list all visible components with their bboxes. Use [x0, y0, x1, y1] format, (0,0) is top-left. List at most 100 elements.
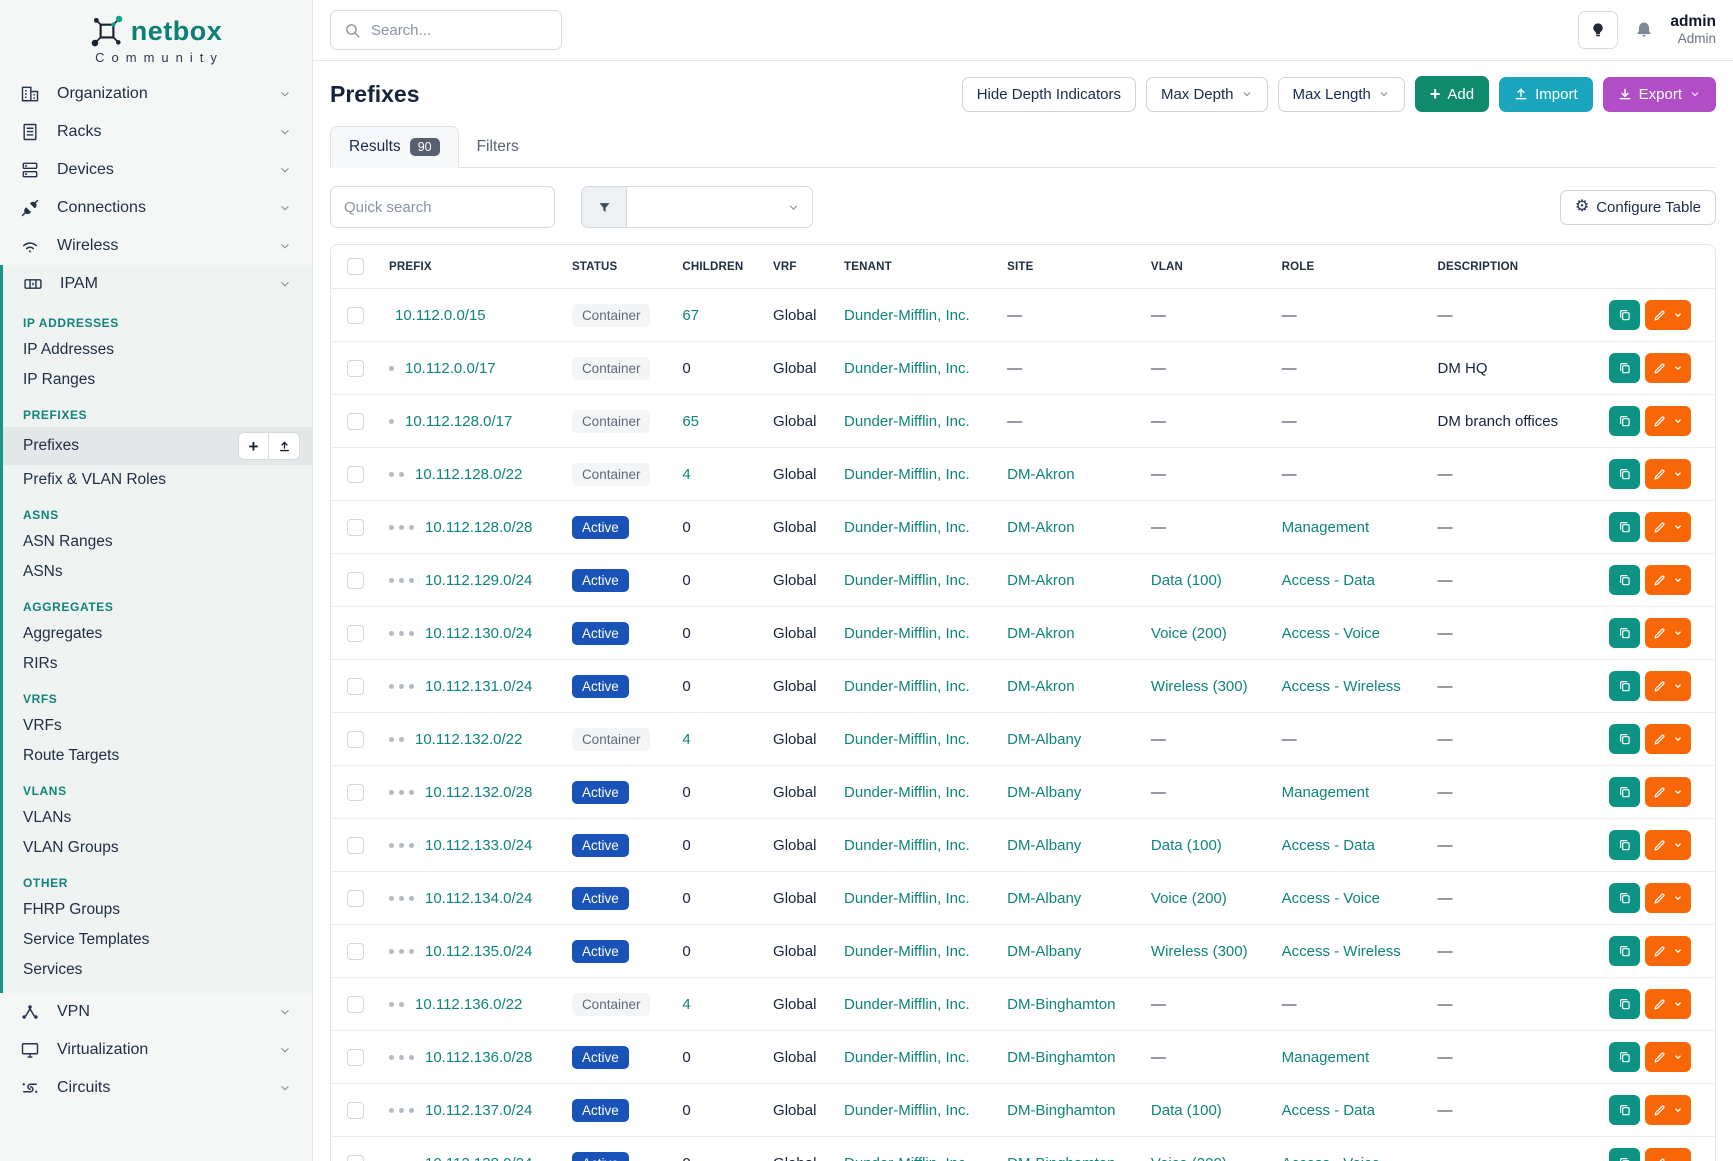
sidebar-item-vlan-groups[interactable]: VLAN Groups [3, 833, 312, 863]
site-link[interactable]: DM-Binghamton [1007, 1155, 1115, 1161]
sidebar-item-devices[interactable]: Devices [0, 151, 312, 189]
prefix-link[interactable]: 10.112.130.0/24 [425, 625, 532, 642]
copy-button[interactable] [1609, 618, 1640, 648]
role-link[interactable]: Access - Voice [1282, 625, 1380, 642]
sidebar-item-racks[interactable]: Racks [0, 113, 312, 151]
edit-button[interactable] [1645, 1095, 1691, 1125]
prefix-link[interactable]: 10.112.128.0/22 [415, 466, 522, 483]
column-header-children[interactable]: CHILDREN [672, 245, 763, 289]
edit-button[interactable] [1645, 724, 1691, 754]
max-length-dropdown[interactable]: Max Length [1278, 77, 1405, 112]
sidebar-item-organization[interactable]: Organization [0, 75, 312, 113]
add-prefix-button[interactable]: + [238, 432, 269, 460]
copy-button[interactable] [1609, 724, 1640, 754]
tenant-link[interactable]: Dunder-Mifflin, Inc. [844, 784, 970, 801]
copy-button[interactable] [1609, 1095, 1640, 1125]
sidebar-item-ip-ranges[interactable]: IP Ranges [3, 365, 312, 395]
role-link[interactable]: Access - Data [1282, 837, 1375, 854]
hide-depth-indicators-button[interactable]: Hide Depth Indicators [962, 77, 1136, 112]
user-menu[interactable]: admin Admin [1670, 12, 1716, 48]
copy-button[interactable] [1609, 459, 1640, 489]
prefix-link[interactable]: 10.112.129.0/24 [425, 572, 532, 589]
role-link[interactable]: Management [1282, 1049, 1370, 1066]
tenant-link[interactable]: Dunder-Mifflin, Inc. [844, 307, 970, 324]
row-checkbox[interactable] [347, 1102, 364, 1119]
global-search[interactable] [330, 10, 562, 50]
theme-toggle-button[interactable] [1578, 11, 1618, 49]
children-count-link[interactable]: 65 [682, 413, 699, 430]
vlan-link[interactable]: Data (100) [1151, 1102, 1222, 1119]
copy-button[interactable] [1609, 1148, 1640, 1161]
site-link[interactable]: DM-Albany [1007, 784, 1081, 801]
edit-button[interactable] [1645, 989, 1691, 1019]
edit-button[interactable] [1645, 618, 1691, 648]
vlan-link[interactable]: Voice (200) [1151, 890, 1227, 907]
row-checkbox[interactable] [347, 519, 364, 536]
copy-button[interactable] [1609, 406, 1640, 436]
sidebar-item-vlans[interactable]: VLANs [3, 803, 312, 833]
tenant-link[interactable]: Dunder-Mifflin, Inc. [844, 943, 970, 960]
sidebar-item-ipam[interactable]: IPAM [3, 265, 312, 303]
column-header-description[interactable]: DESCRIPTION [1428, 245, 1585, 289]
vlan-link[interactable]: Data (100) [1151, 837, 1222, 854]
sidebar-item-connections[interactable]: Connections [0, 189, 312, 227]
sidebar-item-wireless[interactable]: Wireless [0, 227, 312, 265]
edit-button[interactable] [1645, 883, 1691, 913]
saved-filter-select[interactable] [627, 186, 813, 228]
role-link[interactable]: Management [1282, 784, 1370, 801]
notifications-bell-icon[interactable] [1634, 20, 1654, 40]
sidebar-item-route-targets[interactable]: Route Targets [3, 741, 312, 771]
prefix-link[interactable]: 10.112.132.0/28 [425, 784, 532, 801]
tenant-link[interactable]: Dunder-Mifflin, Inc. [844, 572, 970, 589]
site-link[interactable]: DM-Albany [1007, 837, 1081, 854]
row-checkbox[interactable] [347, 837, 364, 854]
site-link[interactable]: DM-Akron [1007, 519, 1075, 536]
prefix-link[interactable]: 10.112.136.0/22 [415, 996, 522, 1013]
sidebar-item-aggregates[interactable]: Aggregates [3, 619, 312, 649]
edit-button[interactable] [1645, 671, 1691, 701]
children-count-link[interactable]: 4 [682, 466, 690, 483]
vlan-link[interactable]: Wireless (300) [1151, 943, 1248, 960]
prefix-link[interactable]: 10.112.132.0/22 [415, 731, 522, 748]
edit-button[interactable] [1645, 300, 1691, 330]
edit-button[interactable] [1645, 830, 1691, 860]
column-header-site[interactable]: SITE [997, 245, 1141, 289]
children-count-link[interactable]: 4 [682, 731, 690, 748]
sidebar-item-ip-addresses[interactable]: IP Addresses [3, 335, 312, 365]
tenant-link[interactable]: Dunder-Mifflin, Inc. [844, 1155, 970, 1161]
row-checkbox[interactable] [347, 360, 364, 377]
column-header-role[interactable]: ROLE [1272, 245, 1428, 289]
site-link[interactable]: DM-Albany [1007, 890, 1081, 907]
select-all-checkbox[interactable] [347, 258, 364, 275]
site-link[interactable]: DM-Binghamton [1007, 996, 1115, 1013]
site-link[interactable]: DM-Akron [1007, 466, 1075, 483]
row-checkbox[interactable] [347, 996, 364, 1013]
column-header-vrf[interactable]: VRF [763, 245, 834, 289]
role-link[interactable]: Access - Data [1282, 1102, 1375, 1119]
prefix-link[interactable]: 10.112.0.0/17 [405, 360, 496, 377]
sidebar-item-vrfs[interactable]: VRFs [3, 711, 312, 741]
tab-results[interactable]: Results 90 [330, 126, 459, 168]
site-link[interactable]: DM-Akron [1007, 625, 1075, 642]
row-checkbox[interactable] [347, 1049, 364, 1066]
column-header-prefix[interactable]: PREFIX [379, 245, 562, 289]
children-count-link[interactable]: 4 [682, 996, 690, 1013]
row-checkbox[interactable] [347, 784, 364, 801]
row-checkbox[interactable] [347, 943, 364, 960]
row-checkbox[interactable] [347, 307, 364, 324]
filter-funnel-icon[interactable] [581, 186, 627, 228]
vlan-link[interactable]: Data (100) [1151, 572, 1222, 589]
add-button[interactable]: + Add [1415, 76, 1489, 112]
vlan-link[interactable]: Voice (200) [1151, 625, 1227, 642]
edit-button[interactable] [1645, 565, 1691, 595]
copy-button[interactable] [1609, 777, 1640, 807]
tenant-link[interactable]: Dunder-Mifflin, Inc. [844, 519, 970, 536]
edit-button[interactable] [1645, 353, 1691, 383]
import-prefix-button[interactable] [269, 432, 300, 460]
site-link[interactable]: DM-Albany [1007, 731, 1081, 748]
role-link[interactable]: Access - Wireless [1282, 943, 1401, 960]
copy-button[interactable] [1609, 300, 1640, 330]
row-checkbox[interactable] [347, 572, 364, 589]
tenant-link[interactable]: Dunder-Mifflin, Inc. [844, 625, 970, 642]
quick-search-input[interactable] [330, 186, 555, 228]
